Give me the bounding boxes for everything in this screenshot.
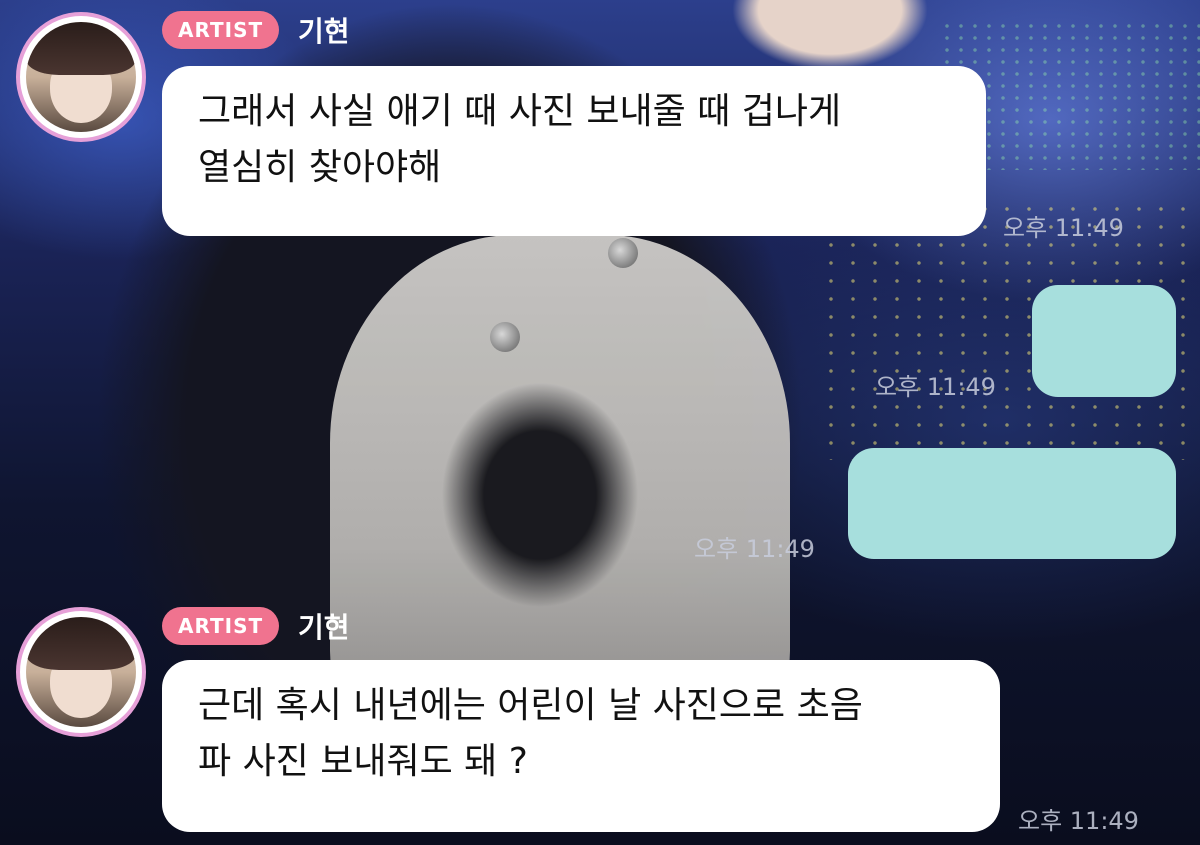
message-time: 오후 11:49 — [1003, 214, 1124, 242]
message-bubble[interactable]: 근데 혹시 내년에는 어린이 날 사진으로 초음 파 사진 보내줘도 돼 ? — [162, 660, 1000, 832]
message-line: 열심히 찾아야해 — [198, 146, 442, 188]
avatar-hair — [26, 22, 136, 75]
sender-name: 기현 — [298, 611, 350, 644]
message-time: 오후 11:49 — [1018, 807, 1139, 835]
artist-badge: ARTIST — [162, 607, 280, 645]
message-time: 오후 11:49 — [694, 535, 815, 563]
message-line: 근데 혹시 내년에는 어린이 날 사진으로 초음 — [198, 685, 863, 726]
artist-badge: ARTIST — [162, 11, 280, 49]
my-message-bubble[interactable] — [1032, 285, 1176, 397]
jacket-button — [608, 238, 638, 268]
message-line: 그래서 사실 애기 때 사진 보내줄 때 겁나게 — [198, 91, 842, 132]
jacket-button — [490, 322, 520, 352]
artist-avatar[interactable] — [16, 12, 146, 142]
avatar-hair — [26, 617, 136, 670]
message-time: 오후 11:49 — [875, 373, 996, 401]
avatar-photo — [26, 617, 136, 727]
sender-name: 기현 — [298, 15, 350, 48]
artist-avatar[interactable] — [16, 607, 146, 737]
my-message-bubble[interactable] — [848, 448, 1176, 559]
avatar-photo — [26, 22, 136, 132]
message-bubble[interactable]: 그래서 사실 애기 때 사진 보내줄 때 겁나게 열심히 찾아야해 — [162, 66, 986, 236]
message-line: 파 사진 보내줘도 돼 ? — [198, 740, 528, 782]
